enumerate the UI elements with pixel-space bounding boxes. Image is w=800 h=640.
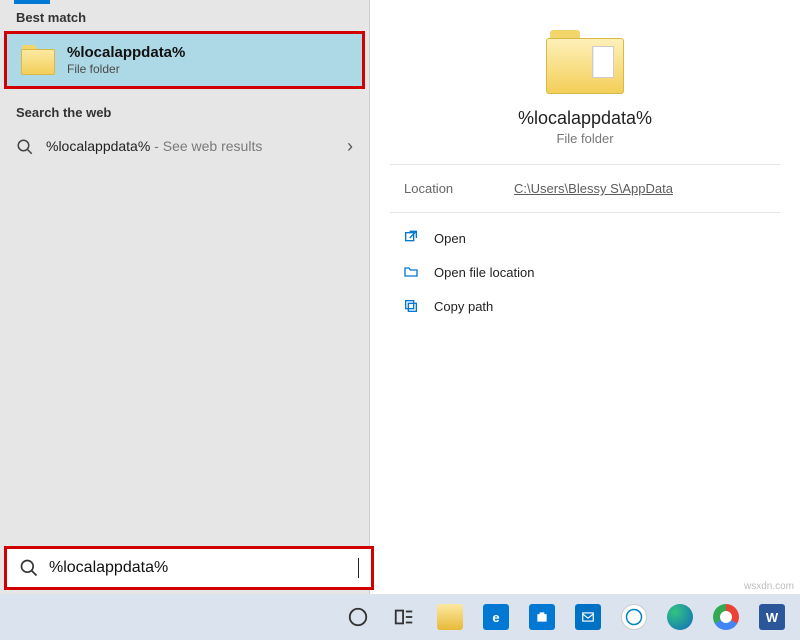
taskbar-cortana[interactable] bbox=[338, 597, 378, 637]
action-copy-path[interactable]: Copy path bbox=[390, 289, 780, 323]
taskbar-store[interactable] bbox=[522, 597, 562, 637]
action-label: Copy path bbox=[434, 299, 493, 314]
scope-tab-indicator bbox=[14, 0, 50, 4]
web-result[interactable]: %localappdata% - See web results › bbox=[0, 126, 369, 167]
search-input[interactable] bbox=[49, 559, 348, 577]
preview-title: %localappdata% bbox=[518, 108, 652, 129]
search-box[interactable] bbox=[4, 546, 374, 590]
watermark: wsxdn.com bbox=[744, 581, 794, 592]
taskbar-edge-legacy[interactable]: e bbox=[476, 597, 516, 637]
taskbar-explorer[interactable] bbox=[430, 597, 470, 637]
taskbar-chrome[interactable] bbox=[706, 597, 746, 637]
preview-subtitle: File folder bbox=[556, 131, 613, 146]
search-icon bbox=[19, 558, 39, 578]
taskbar-edge[interactable] bbox=[660, 597, 700, 637]
action-label: Open bbox=[434, 231, 466, 246]
taskbar-task-view[interactable] bbox=[384, 597, 424, 637]
action-open[interactable]: Open bbox=[390, 221, 780, 255]
taskbar-mail[interactable] bbox=[568, 597, 608, 637]
chevron-right-icon: › bbox=[347, 136, 353, 157]
search-results-pane: Best match %localappdata% File folder Se… bbox=[0, 0, 370, 640]
taskbar-word[interactable]: W bbox=[752, 597, 792, 637]
search-icon bbox=[16, 138, 34, 156]
web-result-query: %localappdata% bbox=[46, 138, 150, 154]
copy-icon bbox=[402, 297, 420, 315]
open-icon bbox=[402, 229, 420, 247]
best-match-subtitle: File folder bbox=[67, 62, 185, 76]
action-open-location[interactable]: Open file location bbox=[390, 255, 780, 289]
location-label: Location bbox=[404, 181, 514, 196]
folder-icon bbox=[546, 30, 624, 94]
preview-pane: %localappdata% File folder Location C:\U… bbox=[370, 0, 800, 640]
taskbar: e W bbox=[0, 594, 800, 640]
taskbar-dell[interactable] bbox=[614, 597, 654, 637]
action-label: Open file location bbox=[434, 265, 534, 280]
folder-open-icon bbox=[402, 263, 420, 281]
web-header: Search the web bbox=[0, 95, 369, 126]
best-match-title: %localappdata% bbox=[67, 44, 185, 61]
folder-icon bbox=[21, 45, 55, 75]
text-cursor bbox=[358, 558, 359, 578]
web-result-hint: - See web results bbox=[150, 138, 262, 154]
best-match-result[interactable]: %localappdata% File folder bbox=[4, 31, 365, 89]
location-value[interactable]: C:\Users\Blessy S\AppData bbox=[514, 181, 673, 196]
best-match-header: Best match bbox=[0, 0, 369, 31]
